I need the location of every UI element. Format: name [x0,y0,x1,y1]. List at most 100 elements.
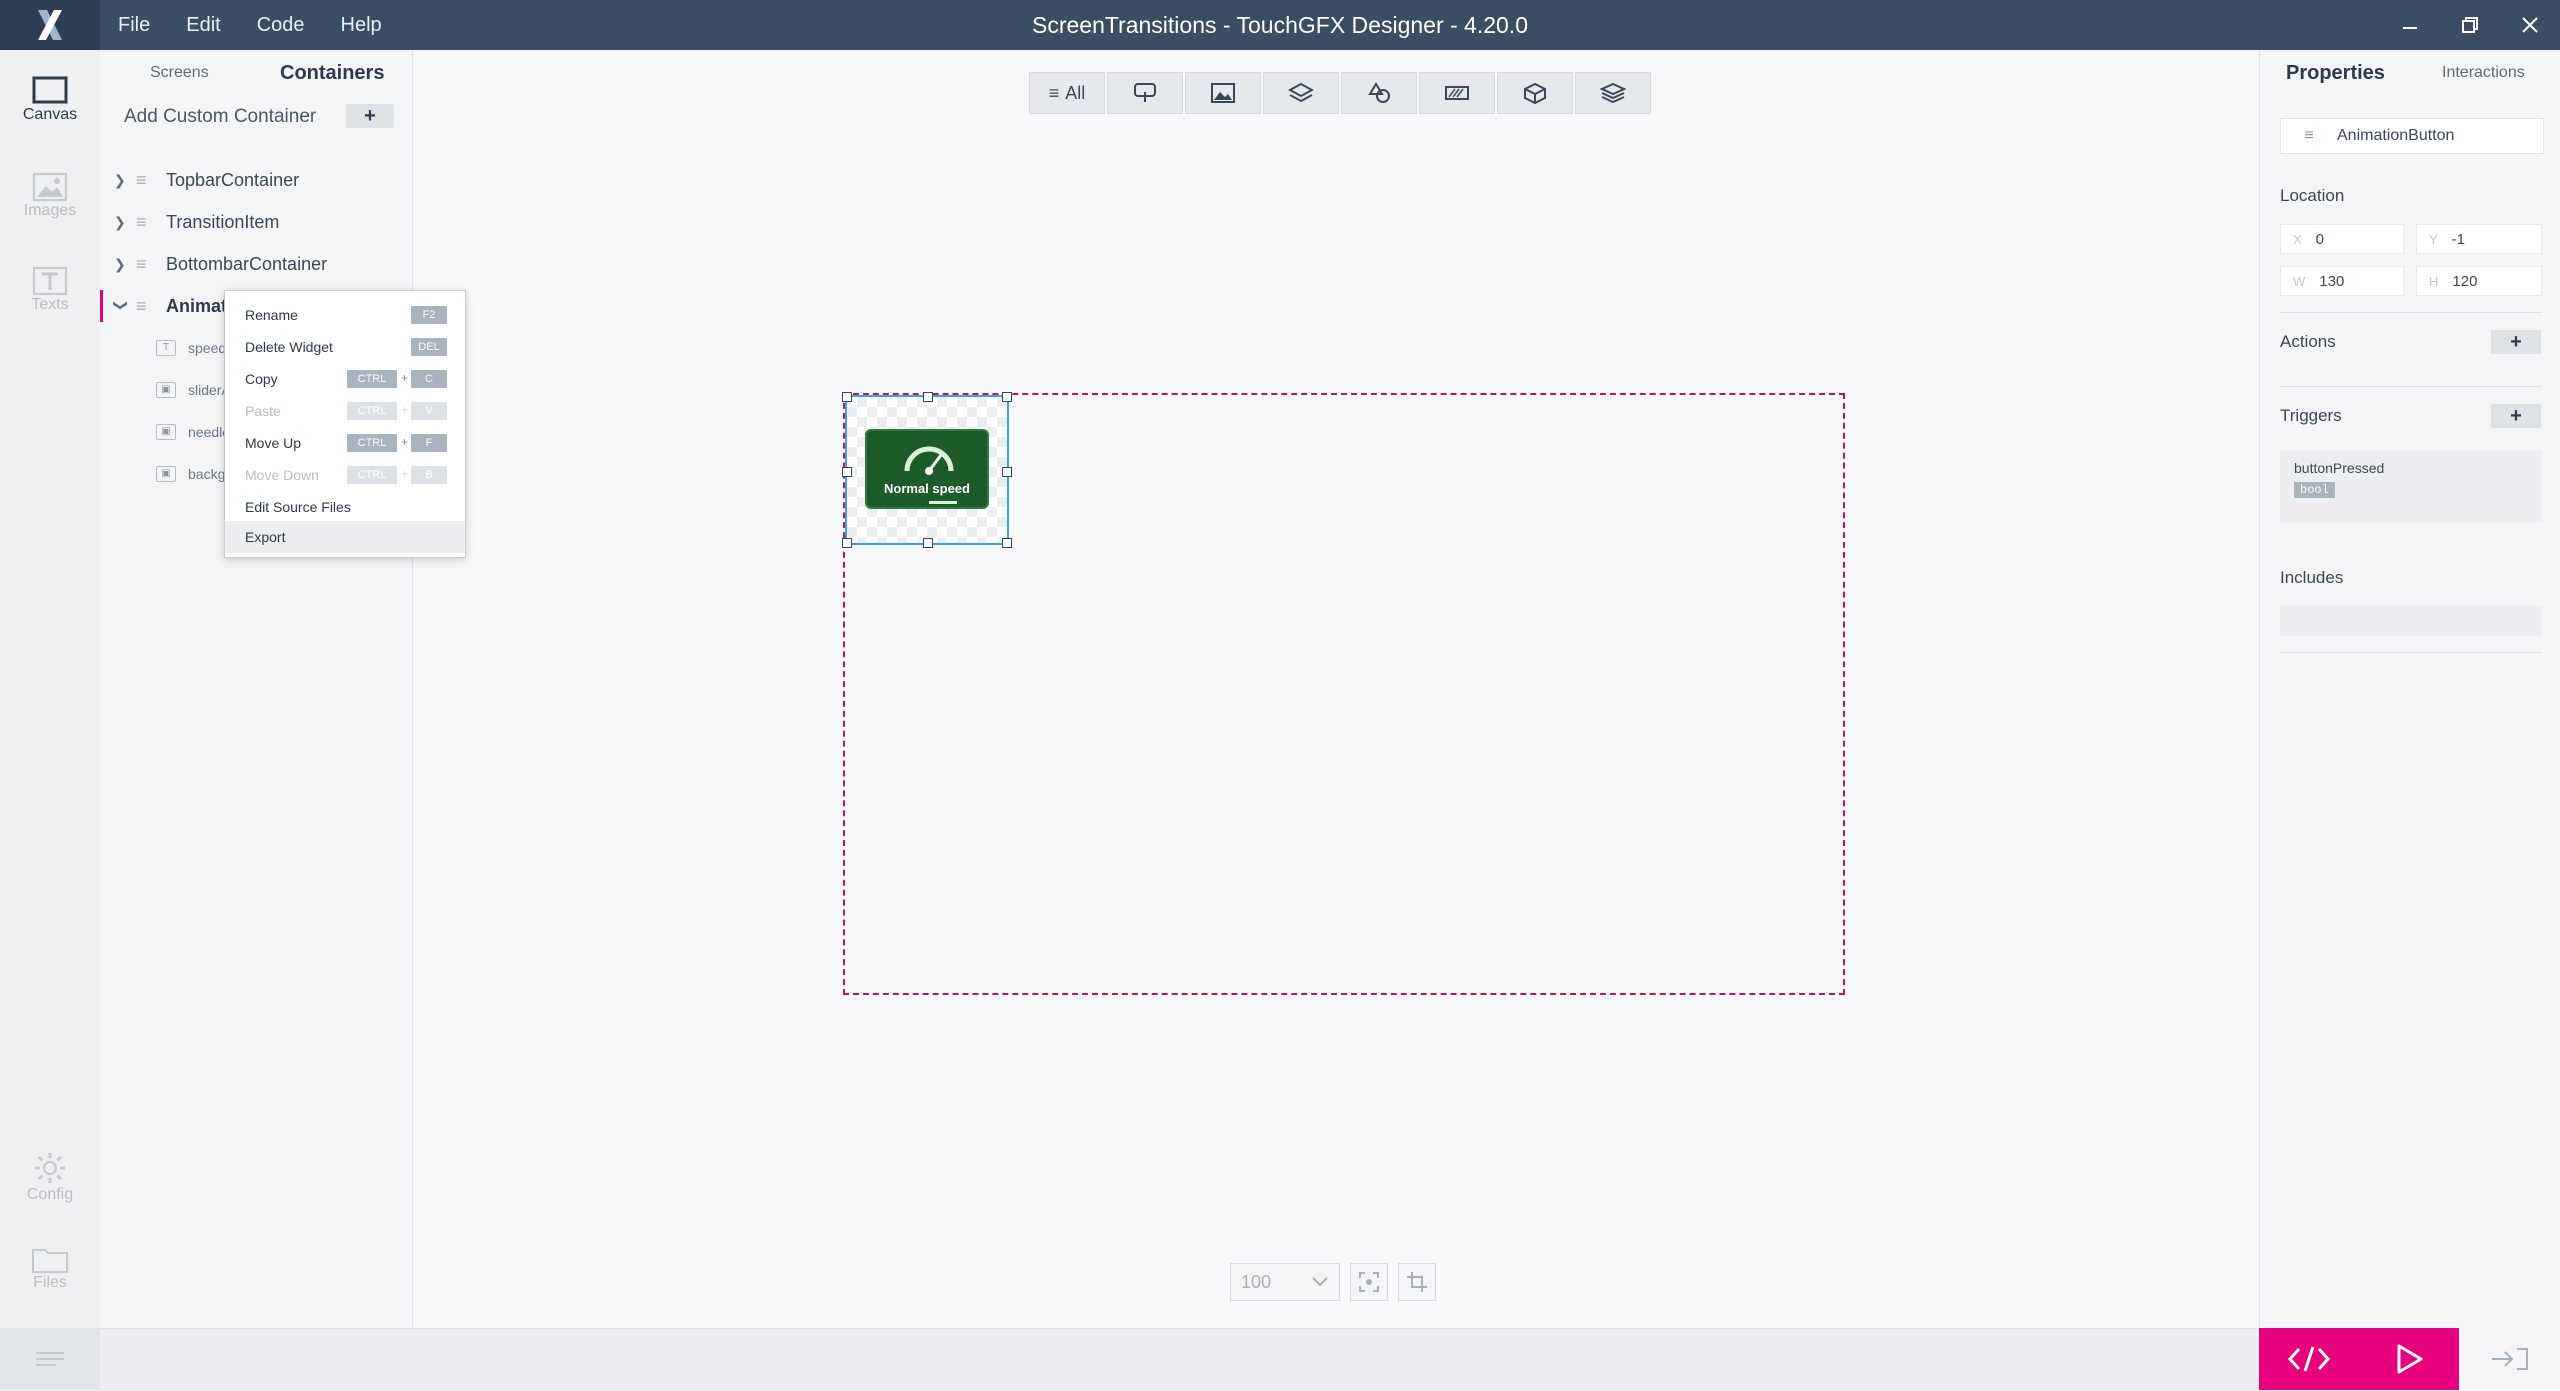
ctx-move-up[interactable]: Move Up CTRL + F [225,427,465,459]
tree-item-topbar[interactable]: ❯ ≡ TopbarContainer [100,160,412,200]
add-action-button[interactable]: + [2491,330,2541,354]
tree-child-speed[interactable]: T speedT [156,328,235,368]
ctx-export-label: Export [245,529,286,545]
ctx-copy[interactable]: Copy CTRL + C [225,363,465,395]
properties-panel: Properties Interactions ≡ AnimationButto… [2259,50,2560,1328]
filter-3d-button[interactable] [1497,72,1573,114]
log-toggle[interactable] [0,1328,100,1390]
filter-interaction-button[interactable] [1107,72,1183,114]
filter-all-button[interactable]: ≡ All [1029,72,1105,114]
width-field[interactable]: W 130 [2280,266,2404,296]
layers-icon: ≡ [136,169,147,190]
ctx-delete-widget[interactable]: Delete Widget DEL [225,331,465,363]
ctx-edit-source[interactable]: Edit Source Files [225,491,465,523]
ctx-rename-label: Rename [245,307,298,323]
ctx-copy-label: Copy [245,371,278,387]
title-bar: File Edit Code Help ScreenTransitions - … [0,0,2560,50]
resize-handle-ne[interactable] [1002,392,1012,402]
image-widget-icon: ▣ [156,466,176,482]
tree-item-transition[interactable]: ❯ ≡ TransitionItem [100,202,412,242]
rail-texts[interactable]: Texts [0,252,100,332]
widget-name-field[interactable]: ≡ AnimationButton [2280,118,2544,154]
exit-button[interactable] [2459,1328,2560,1390]
add-trigger-button[interactable]: + [2491,404,2541,428]
ctx-move-down: Move Down CTRL + B [225,459,465,491]
restore-button[interactable] [2440,0,2500,50]
height-field[interactable]: H 120 [2416,266,2542,296]
resize-handle-e[interactable] [1002,467,1012,477]
chevron-down-icon[interactable]: ❯ [113,299,130,313]
filter-custom-button[interactable] [1575,72,1651,114]
height-value: 120 [2452,272,2478,290]
crop-icon [1407,1272,1427,1292]
tree-child-slider[interactable]: ▣ sliderA [156,370,231,410]
close-button[interactable] [2500,0,2560,50]
key-plus: + [401,435,409,449]
resize-handle-s[interactable] [923,538,933,548]
resize-handle-se[interactable] [1002,538,1012,548]
resize-handle-nw[interactable] [842,392,852,402]
rail-canvas[interactable]: Canvas [0,62,100,142]
tab-properties[interactable]: Properties [2286,62,2385,85]
container-tree-panel: Screens Containers Add Custom Container … [100,50,413,1328]
rail-texts-label: Texts [31,296,69,313]
filter-progress-button[interactable] [1419,72,1495,114]
y-field[interactable]: Y -1 [2416,224,2542,254]
add-container-button[interactable]: + [346,104,394,128]
filter-containers-button[interactable] [1263,72,1339,114]
resize-handle-sw[interactable] [842,538,852,548]
trigger-item[interactable]: buttonPressed bool [2280,450,2542,522]
triggers-label: Triggers [2280,406,2342,425]
key-f: F [411,434,447,452]
tree-item-bottombar[interactable]: ❯ ≡ BottombarContainer [100,244,412,284]
animation-button-widget[interactable]: Normal speed [842,392,1012,548]
tab-screens[interactable]: Screens [150,64,209,82]
chevron-right-icon[interactable]: ❯ [114,256,136,273]
key-plus: + [401,403,409,417]
run-simulator-button[interactable] [2359,1328,2459,1390]
filter-images-button[interactable] [1185,72,1261,114]
window-title: ScreenTransitions - TouchGFX Designer - … [1031,12,1528,38]
resize-handle-n[interactable] [923,392,933,402]
close-icon [2522,17,2538,33]
key-c: C [411,370,447,388]
crop-button[interactable] [1398,1263,1436,1301]
rail-config-label: Config [26,1186,74,1203]
resize-handle-w[interactable] [842,467,852,477]
minimize-button[interactable] [2380,0,2440,50]
touchgfx-logo[interactable] [0,0,100,50]
ctx-rename[interactable]: Rename F2 [225,299,465,331]
menu-file[interactable]: File [118,14,150,37]
w-key: W [2293,273,2306,289]
ctx-export[interactable]: Export [225,521,465,553]
generate-code-button[interactable] [2259,1328,2359,1390]
tab-containers[interactable]: Containers [280,62,384,85]
tab-interactions[interactable]: Interactions [2442,64,2525,82]
location-label: Location [2280,186,2345,205]
chevron-right-icon[interactable]: ❯ [114,214,136,231]
menu-help[interactable]: Help [341,14,382,37]
widget-filter-bar: ≡ All [1029,72,1653,114]
filter-shapes-button[interactable] [1341,72,1417,114]
tree-child-background[interactable]: ▣ backgr [156,454,230,494]
menu-code[interactable]: Code [257,14,305,37]
chevron-right-icon[interactable]: ❯ [114,172,136,189]
ctx-paste: Paste CTRL + V [225,395,465,427]
tree-child-needle[interactable]: ▣ needle [156,412,230,452]
menu-edit[interactable]: Edit [186,14,220,37]
zoom-fit-button[interactable] [1350,1263,1388,1301]
rail-files[interactable]: Files [0,1230,100,1310]
normal-speed-button[interactable]: Normal speed [865,429,989,509]
x-value: 0 [2315,230,2325,248]
canvas-area[interactable]: ≡ All Normal speed 100 [413,50,2259,1328]
image-widget-icon: ▣ [156,424,176,440]
window-controls [2380,0,2560,50]
tree-tabs: Screens Containers [100,50,412,100]
zoom-select[interactable]: 100 [1230,1263,1340,1301]
rail-images[interactable]: Images [0,158,100,238]
key-b: B [411,466,447,484]
x-field[interactable]: X0 [2280,224,2404,254]
text-widget-icon: T [156,340,176,356]
includes-field[interactable] [2280,606,2542,636]
rail-config[interactable]: Config [0,1142,100,1222]
